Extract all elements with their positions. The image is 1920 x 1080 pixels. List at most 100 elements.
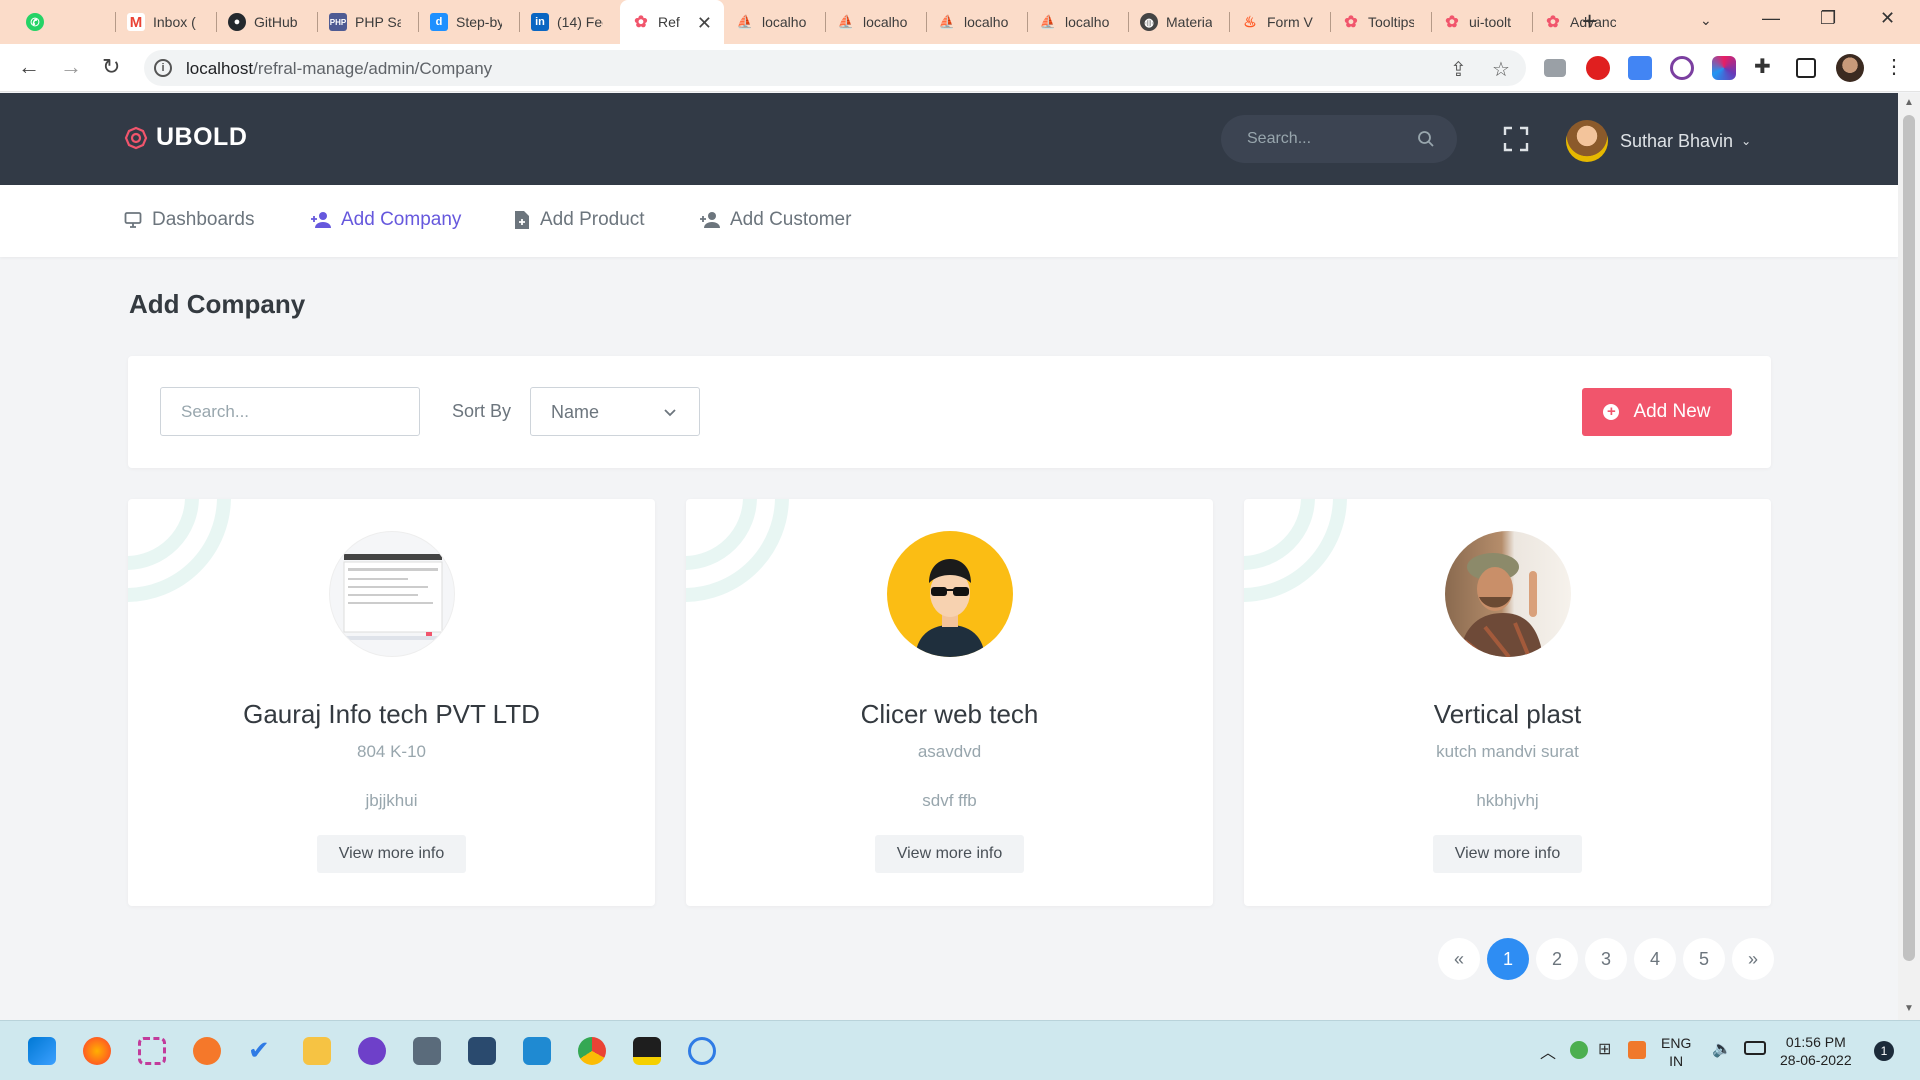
more-menu-icon[interactable]: ⋮ bbox=[1884, 54, 1908, 78]
page-button-4[interactable]: 4 bbox=[1634, 938, 1676, 980]
bookmark-star-icon[interactable]: ☆ bbox=[1492, 57, 1510, 82]
view-more-info-button[interactable]: View more info bbox=[317, 835, 466, 873]
close-window-icon[interactable]: ✕ bbox=[1880, 8, 1895, 29]
search-icon[interactable] bbox=[1417, 130, 1435, 148]
globe-icon: ◍ bbox=[1140, 13, 1158, 31]
tab-refral-active[interactable]: ✿ Ref ✕ bbox=[620, 0, 724, 44]
header-search[interactable] bbox=[1221, 115, 1457, 163]
volume-icon[interactable]: 🔈 bbox=[1712, 1039, 1732, 1059]
plus-circle-icon: + bbox=[1603, 404, 1620, 420]
sort-by-select[interactable]: Name bbox=[530, 387, 700, 436]
ubold-icon: ✿ bbox=[1344, 14, 1358, 31]
company-search-input[interactable] bbox=[160, 387, 420, 436]
tray-xampp-icon[interactable] bbox=[1628, 1041, 1646, 1059]
windows-start-icon[interactable] bbox=[28, 1037, 56, 1065]
notification-badge[interactable]: 1 bbox=[1874, 1041, 1894, 1061]
tray-network-grid-icon[interactable]: ⊞ bbox=[1598, 1039, 1611, 1059]
tab-localhost-1[interactable]: ⛵ localho bbox=[724, 0, 825, 44]
filter-toolbar: Sort By Name + Add New bbox=[128, 356, 1771, 468]
tab-localhost-3[interactable]: ⛵ localho bbox=[926, 0, 1027, 44]
page-button-5[interactable]: 5 bbox=[1683, 938, 1725, 980]
tab-localhost-2[interactable]: ⛵ localho bbox=[825, 0, 926, 44]
tray-chevron-up-icon[interactable]: ︿ bbox=[1540, 1039, 1556, 1063]
camera-extension-icon[interactable] bbox=[1544, 59, 1566, 77]
url-text[interactable]: localhost/refral-manage/admin/Company bbox=[186, 59, 492, 79]
scroll-up-icon[interactable]: ▲ bbox=[1904, 97, 1914, 108]
scroll-thumb[interactable] bbox=[1903, 115, 1915, 961]
page-button-1[interactable]: 1 bbox=[1487, 938, 1529, 980]
postman-icon[interactable] bbox=[193, 1037, 221, 1065]
tab-label: Form V bbox=[1267, 14, 1313, 30]
page-prev-button[interactable]: « bbox=[1438, 938, 1480, 980]
new-tab-icon[interactable]: + bbox=[1582, 8, 1597, 34]
page-next-button[interactable]: » bbox=[1732, 938, 1774, 980]
tab-tooltips[interactable]: ✿ Tooltips bbox=[1330, 0, 1431, 44]
tab-linkedin[interactable]: in (14) Fee bbox=[519, 0, 620, 44]
forward-icon[interactable]: → bbox=[60, 56, 82, 78]
colorful-extension-icon[interactable] bbox=[1712, 56, 1736, 80]
file-explorer-icon[interactable] bbox=[303, 1037, 331, 1065]
page-scrollbar[interactable]: ▲ ▼ bbox=[1898, 93, 1920, 1020]
translate-extension-icon[interactable] bbox=[1628, 56, 1652, 80]
tab-search-icon[interactable]: ⌄ bbox=[1700, 12, 1712, 29]
address-bar[interactable]: i localhost/refral-manage/admin/Company … bbox=[144, 50, 1526, 86]
battery-icon[interactable] bbox=[1744, 1041, 1766, 1055]
tray-app-icon[interactable] bbox=[1570, 1041, 1588, 1059]
cloud-icon[interactable] bbox=[688, 1037, 716, 1065]
company-description: sdvf ffb bbox=[922, 791, 977, 810]
user-avatar bbox=[1566, 120, 1608, 162]
profile-avatar[interactable] bbox=[1836, 54, 1864, 82]
snipping-tool-icon[interactable] bbox=[138, 1037, 166, 1065]
share-icon[interactable]: ⇪ bbox=[1450, 57, 1467, 82]
nav-item-add-product[interactable]: Add Product bbox=[514, 209, 645, 231]
tab-form-validation[interactable]: ♨ Form V bbox=[1229, 0, 1330, 44]
view-more-info-button[interactable]: View more info bbox=[1433, 835, 1582, 873]
github-desktop-icon[interactable] bbox=[358, 1037, 386, 1065]
fullscreen-icon[interactable] bbox=[1503, 126, 1529, 152]
add-new-button[interactable]: + Add New bbox=[1582, 388, 1732, 436]
block-extension-icon[interactable] bbox=[1670, 56, 1694, 80]
tab-github[interactable]: ● GitHub bbox=[216, 0, 317, 44]
chrome-icon[interactable] bbox=[578, 1037, 606, 1065]
back-icon[interactable]: ← bbox=[18, 56, 40, 78]
tab-material[interactable]: ◍ Materia bbox=[1128, 0, 1229, 44]
tab-whatsapp[interactable]: ✆ bbox=[14, 0, 115, 44]
todo-check-icon[interactable]: ✔ bbox=[248, 1037, 276, 1065]
tab-localhost-4[interactable]: ⛵ localho bbox=[1027, 0, 1128, 44]
page-button-2[interactable]: 2 bbox=[1536, 938, 1578, 980]
company-address: 804 K-10 bbox=[357, 742, 426, 761]
firefox-icon[interactable] bbox=[83, 1037, 111, 1065]
tab-step-by-step[interactable]: d Step-by bbox=[418, 0, 519, 44]
view-more-info-button[interactable]: View more info bbox=[875, 835, 1024, 873]
clock-time: 01:56 PM bbox=[1785, 1034, 1846, 1050]
company-name: Clicer web tech bbox=[860, 699, 1039, 729]
minimize-icon[interactable]: — bbox=[1762, 8, 1780, 29]
clock-date: 28-06-2022 bbox=[1780, 1052, 1852, 1068]
extensions-puzzle-icon[interactable]: ✚ bbox=[1754, 54, 1778, 78]
reload-icon[interactable]: ↻ bbox=[102, 56, 120, 78]
page-button-3[interactable]: 3 bbox=[1585, 938, 1627, 980]
company-description: hkbhjvhj bbox=[1476, 791, 1539, 810]
sticky-notes-icon[interactable] bbox=[633, 1037, 661, 1065]
site-info-icon[interactable]: i bbox=[154, 59, 172, 77]
tab-php[interactable]: PHP PHP Sa bbox=[317, 0, 418, 44]
side-panel-icon[interactable] bbox=[1796, 58, 1816, 78]
mysql-workbench-icon[interactable] bbox=[468, 1037, 496, 1065]
tab-ui-tooltips[interactable]: ✿ ui-toolt bbox=[1431, 0, 1532, 44]
brand-logo[interactable]: UBOLD bbox=[124, 123, 247, 152]
calculator-icon[interactable] bbox=[413, 1037, 441, 1065]
opera-extension-icon[interactable] bbox=[1586, 56, 1610, 80]
phpmyadmin-icon: ⛵ bbox=[1039, 14, 1057, 29]
user-menu[interactable]: Suthar Bhavin ⌄ bbox=[1566, 120, 1751, 162]
language-indicator[interactable]: ENG IN bbox=[1661, 1034, 1691, 1070]
tab-gmail[interactable]: M Inbox ( bbox=[115, 0, 216, 44]
top-navigation: Dashboards Add Company Add Product Add C… bbox=[0, 185, 1898, 257]
scroll-down-icon[interactable]: ▼ bbox=[1904, 1003, 1914, 1014]
vscode-icon[interactable] bbox=[523, 1037, 551, 1065]
nav-item-add-customer[interactable]: Add Customer bbox=[700, 209, 851, 231]
close-tab-icon[interactable]: ✕ bbox=[697, 13, 712, 34]
nav-item-dashboards[interactable]: Dashboards bbox=[124, 209, 254, 231]
system-clock[interactable]: 01:56 PM 28-06-2022 bbox=[1780, 1033, 1852, 1069]
nav-item-add-company[interactable]: Add Company bbox=[311, 209, 461, 231]
restore-icon[interactable]: ❐ bbox=[1820, 8, 1836, 29]
